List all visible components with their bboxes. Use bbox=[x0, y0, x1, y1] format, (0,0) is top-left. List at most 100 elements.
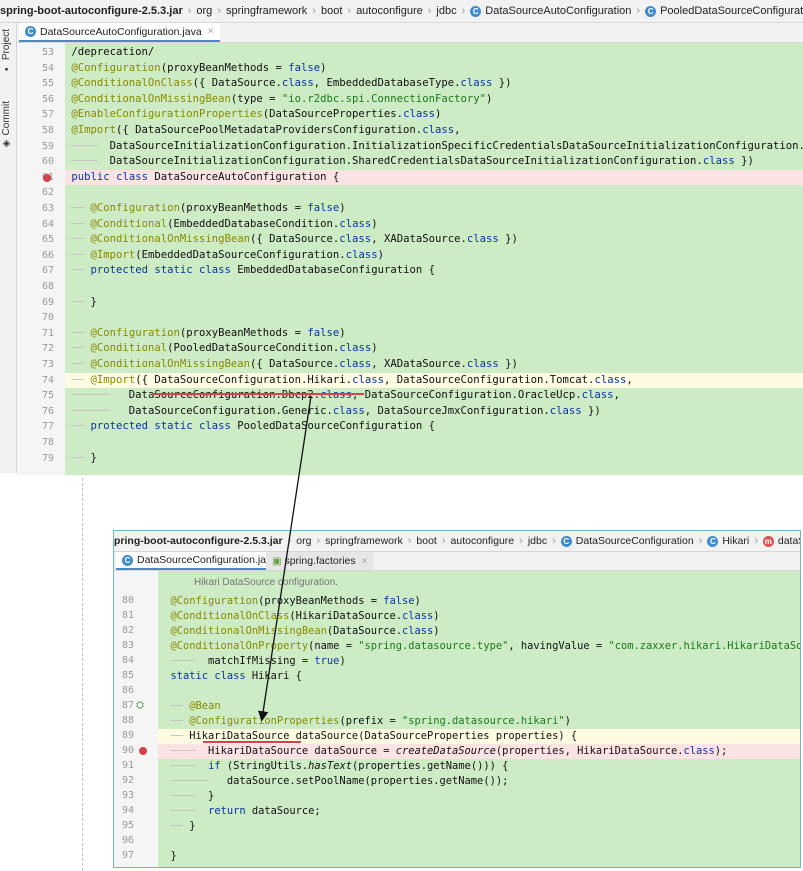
line-number[interactable]: 74 bbox=[34, 375, 54, 386]
line-number[interactable]: 68 bbox=[34, 281, 54, 292]
line-number[interactable]: 87 bbox=[114, 700, 134, 711]
line-number[interactable]: 65 bbox=[34, 234, 54, 245]
line-number[interactable]: 80 bbox=[114, 595, 134, 606]
top-gutter: 5354555657585960616263646566676869707172… bbox=[17, 43, 65, 475]
line-number[interactable]: 82 bbox=[114, 625, 134, 636]
line-number[interactable]: 67 bbox=[34, 265, 54, 276]
code-line: ── @ConfigurationProperties(prefix = "sp… bbox=[170, 715, 571, 727]
code-line: public class DataSourceAutoConfiguration… bbox=[65, 169, 803, 186]
crumb-org[interactable]: org › bbox=[296, 535, 325, 547]
tab-spring-factories[interactable]: ▣ spring.factories × bbox=[266, 552, 374, 570]
code-line: static class Hikari { bbox=[170, 670, 302, 682]
line-number[interactable]: 55 bbox=[34, 78, 54, 89]
crumb-autoconfigure[interactable]: autoconfigure › bbox=[356, 5, 436, 17]
code-line: @EnableConfigurationProperties(DataSourc… bbox=[71, 108, 442, 121]
crumb-boot[interactable]: boot › bbox=[321, 5, 356, 17]
line-number[interactable]: 77 bbox=[34, 421, 54, 432]
commit-tool-button[interactable]: ◈ Commit bbox=[1, 101, 12, 149]
breakpoint-icon[interactable] bbox=[43, 173, 51, 182]
line-number[interactable]: 53 bbox=[34, 47, 54, 58]
doc-comment: Hikari DataSource configuration. bbox=[194, 577, 338, 588]
line-number[interactable]: 56 bbox=[34, 94, 54, 105]
code-line: ────── dataSource.setPoolName(properties… bbox=[170, 775, 509, 787]
crumb-autoconfigure[interactable]: autoconfigure › bbox=[451, 535, 528, 547]
code-line: @ConditionalOnClass(HikariDataSource.cla… bbox=[170, 610, 440, 622]
crumb-jar[interactable]: pring-boot-autoconfigure-2.5.3.jar › bbox=[114, 535, 296, 547]
line-number[interactable]: 63 bbox=[34, 203, 54, 214]
line-number[interactable]: 94 bbox=[114, 805, 134, 816]
top-tab-bar: C DataSourceAutoConfiguration.java × bbox=[17, 23, 803, 43]
code-line: ── protected static class EmbeddedDataba… bbox=[71, 264, 436, 277]
line-number[interactable]: 58 bbox=[34, 125, 54, 136]
breakpoint-icon[interactable] bbox=[139, 747, 147, 755]
line-number[interactable]: 96 bbox=[114, 835, 134, 846]
line-number[interactable]: 72 bbox=[34, 343, 54, 354]
top-breadcrumb: spring-boot-autoconfigure-2.5.3.jar › org… bbox=[0, 0, 803, 23]
line-number[interactable]: 91 bbox=[114, 760, 134, 771]
line-number[interactable]: 83 bbox=[114, 640, 134, 651]
line-number[interactable]: 59 bbox=[34, 141, 54, 152]
code-line: @ConditionalOnProperty(name = "spring.da… bbox=[170, 640, 801, 652]
line-number[interactable]: 86 bbox=[114, 685, 134, 696]
code-line: ──── HikariDataSource dataSource = creat… bbox=[158, 744, 800, 759]
crumb-jdbc[interactable]: jdbc › bbox=[436, 5, 470, 17]
crumb-jdbc[interactable]: jdbc › bbox=[528, 535, 561, 547]
code-line: ── @Configuration(proxyBeanMethods = fal… bbox=[71, 326, 346, 339]
crumb-jar[interactable]: spring-boot-autoconfigure-2.5.3.jar › bbox=[0, 5, 196, 17]
line-number[interactable]: 81 bbox=[114, 610, 134, 621]
crumb-hikari[interactable]: C Hikari › bbox=[707, 535, 763, 547]
close-tab-icon[interactable]: × bbox=[362, 556, 368, 567]
line-number[interactable]: 92 bbox=[114, 775, 134, 786]
code-line: @ConditionalOnMissingBean(DataSource.cla… bbox=[170, 625, 440, 637]
code-line: ────── DataSourceConfiguration.Generic.c… bbox=[71, 404, 601, 417]
line-number[interactable]: 84 bbox=[114, 655, 134, 666]
line-number[interactable]: 64 bbox=[34, 219, 54, 230]
line-number[interactable]: 71 bbox=[34, 328, 54, 339]
code-line: ── HikariDataSource dataSource(DataSourc… bbox=[158, 729, 800, 744]
line-number[interactable]: 70 bbox=[34, 312, 54, 323]
line-number[interactable]: 95 bbox=[114, 820, 134, 831]
line-number[interactable]: 57 bbox=[34, 109, 54, 120]
line-number[interactable]: 89 bbox=[114, 730, 134, 741]
line-number[interactable]: 76 bbox=[34, 406, 54, 417]
code-line: ── @Import(EmbeddedDataSourceConfigurati… bbox=[71, 248, 384, 261]
line-number[interactable]: 93 bbox=[114, 790, 134, 801]
code-line: ──── } bbox=[170, 790, 215, 802]
line-number[interactable]: 88 bbox=[114, 715, 134, 726]
crumb-datasourceautoconfiguration[interactable]: C DataSourceAutoConfiguration › bbox=[470, 5, 645, 17]
line-number[interactable]: 90 bbox=[114, 745, 134, 756]
line-number[interactable]: 75 bbox=[34, 390, 54, 401]
crumb-datasource-method[interactable]: mdataSource bbox=[762, 535, 800, 547]
line-number[interactable]: 79 bbox=[34, 453, 54, 464]
class-icon: C bbox=[707, 535, 719, 547]
bean-gutter-icon[interactable]: ⛭ bbox=[136, 700, 144, 711]
code-line: ── @Import({ DataSourceConfiguration.Hik… bbox=[65, 372, 803, 389]
code-line: ── } bbox=[71, 451, 97, 464]
crumb-pooleddatasourceconfiguration[interactable]: C PooledDataSourceConfiguration bbox=[645, 5, 803, 17]
class-icon: C bbox=[560, 535, 572, 547]
crumb-boot[interactable]: boot › bbox=[416, 535, 450, 547]
line-number[interactable]: 66 bbox=[34, 250, 54, 261]
line-number[interactable]: 69 bbox=[34, 297, 54, 308]
crumb-springframework[interactable]: springframework › bbox=[226, 5, 321, 17]
top-code-editor[interactable]: /deprecation/ @Configuration(proxyBeanMe… bbox=[65, 43, 803, 475]
line-number[interactable]: 54 bbox=[34, 63, 54, 74]
code-line: ── @Conditional(EmbeddedDatabaseConditio… bbox=[71, 217, 378, 230]
line-number[interactable]: 73 bbox=[34, 359, 54, 370]
crumb-datasourceconfiguration[interactable]: C DataSourceConfiguration › bbox=[560, 535, 708, 547]
line-number[interactable]: 85 bbox=[114, 670, 134, 681]
project-tool-button[interactable]: ▪ Project bbox=[1, 29, 12, 74]
close-tab-icon[interactable]: × bbox=[208, 26, 214, 37]
line-number[interactable]: 62 bbox=[34, 187, 54, 198]
line-number[interactable]: 97 bbox=[114, 850, 134, 861]
tab-datasourceautoconfiguration[interactable]: C DataSourceAutoConfiguration.java × bbox=[19, 23, 220, 42]
crumb-org[interactable]: org › bbox=[196, 5, 226, 17]
line-number[interactable]: 78 bbox=[34, 437, 54, 448]
bottom-code-editor[interactable]: Hikari DataSource configuration. @Config… bbox=[158, 571, 800, 867]
code-line: ── @Configuration(proxyBeanMethods = fal… bbox=[71, 202, 346, 214]
crumb-springframework[interactable]: springframework › bbox=[325, 535, 416, 547]
line-number[interactable]: 60 bbox=[34, 156, 54, 167]
